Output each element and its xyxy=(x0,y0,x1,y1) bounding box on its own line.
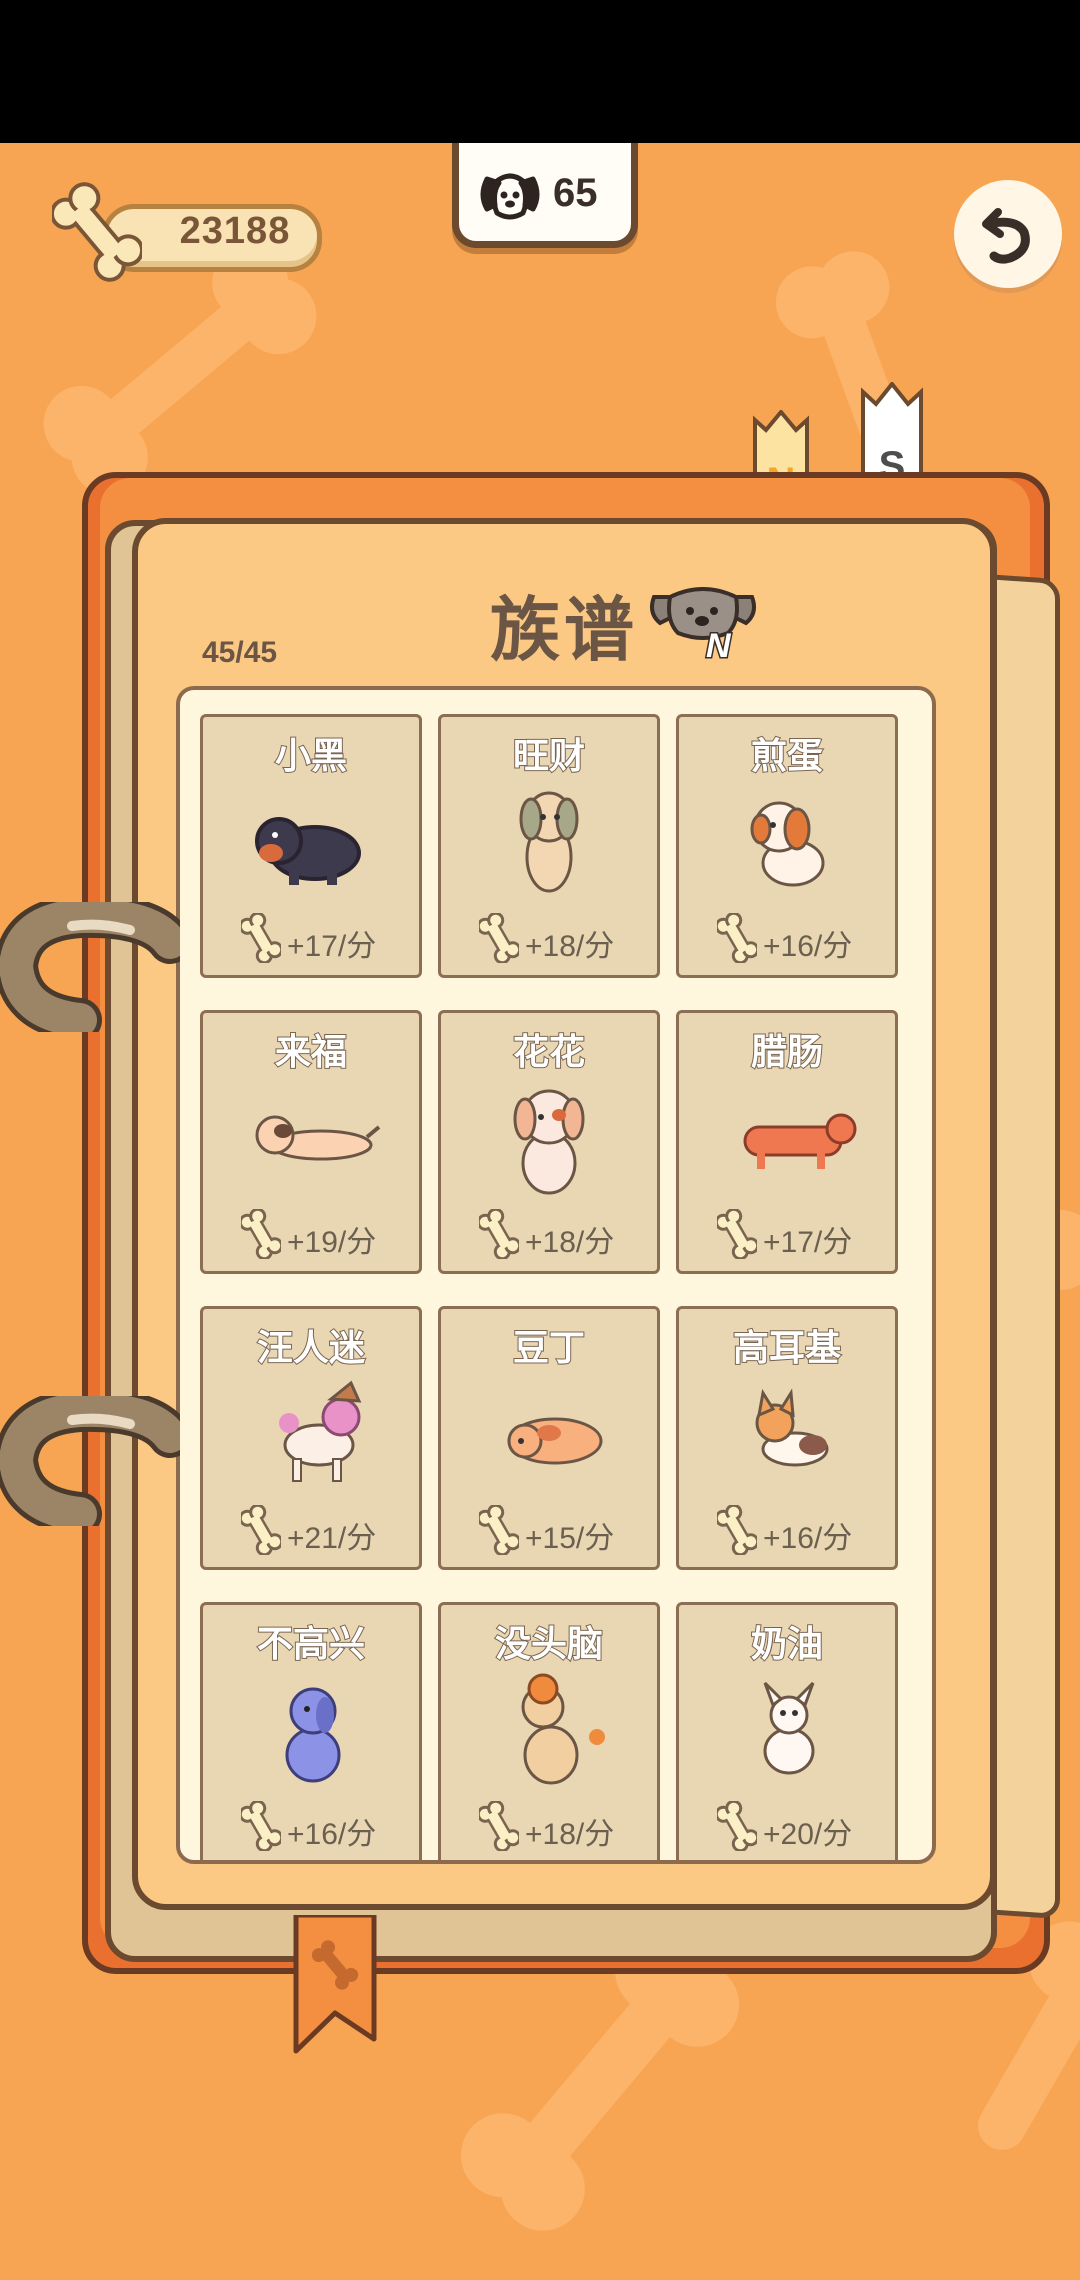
black-dog-icon xyxy=(255,817,361,885)
reward-rate-text: +18/分 xyxy=(525,1226,615,1259)
reward-rate-text: +18/分 xyxy=(525,1818,615,1851)
back-button[interactable] xyxy=(954,180,1062,288)
reward-rate: +17/分 xyxy=(717,1209,887,1259)
dog-card[interactable]: 汪人迷 +21/分 xyxy=(200,1306,422,1570)
reward-rate-text: +16/分 xyxy=(763,1522,853,1555)
reward-rate-text: +18/分 xyxy=(525,930,615,963)
dog-name: 豆丁 xyxy=(512,1326,586,1369)
reward-rate: +19/分 xyxy=(241,1209,411,1259)
reward-rate: +15/分 xyxy=(479,1505,649,1555)
book-ribbon xyxy=(293,1915,377,2054)
bone-icon xyxy=(241,1209,281,1259)
dog-name: 奶油 xyxy=(750,1622,824,1665)
dog-card[interactable]: 小黑 +17/分 xyxy=(200,714,422,978)
dog-count: 65 xyxy=(553,171,598,215)
bone-icon xyxy=(52,182,142,282)
collection-progress: 45/45 xyxy=(202,636,278,669)
poodle-icon xyxy=(279,1380,362,1482)
reward-rate-text: +17/分 xyxy=(287,930,377,963)
dog-card[interactable]: 没头脑 +18/分 xyxy=(438,1602,660,1860)
dog-name: 腊肠 xyxy=(750,1030,824,1073)
dog-card[interactable]: 旺财 +18/分 xyxy=(438,714,660,978)
dog-name: 来福 xyxy=(274,1030,348,1073)
bone-icon xyxy=(479,913,519,963)
corgi-icon xyxy=(755,1388,829,1467)
dog-name: 不高兴 xyxy=(256,1622,366,1665)
blue-dog-icon xyxy=(285,1687,341,1783)
bone-icon xyxy=(479,1801,519,1851)
dog-card[interactable]: 奶油 +20/分 xyxy=(676,1602,898,1860)
dog-face-icon xyxy=(480,173,540,220)
reward-rate: +16/分 xyxy=(717,1505,887,1555)
dog-card[interactable]: 豆丁 +15/分 xyxy=(438,1306,660,1570)
bone-count: 23188 xyxy=(179,210,291,252)
reward-rate: +18/分 xyxy=(479,1209,649,1259)
dog-counter: 65 xyxy=(452,143,638,248)
reward-rate: +16/分 xyxy=(717,913,887,963)
dog-name: 没头脑 xyxy=(494,1622,604,1665)
puppy-icon xyxy=(507,1417,603,1465)
dog-name: 汪人迷 xyxy=(256,1326,366,1369)
bone-icon xyxy=(479,1505,519,1555)
binder-ring-top xyxy=(0,902,180,1032)
bone-icon xyxy=(717,913,757,963)
reward-rate-text: +21/分 xyxy=(287,1522,377,1555)
reward-rate-text: +15/分 xyxy=(525,1522,615,1555)
bone-icon xyxy=(241,1801,281,1851)
bone-icon xyxy=(479,1209,519,1259)
rarity-badge: N xyxy=(706,627,732,659)
bone-icon xyxy=(717,1801,757,1851)
reward-rate: +18/分 xyxy=(479,1801,649,1851)
bone-counter: 23188 xyxy=(52,182,322,282)
reward-rate-text: +20/分 xyxy=(763,1818,853,1851)
reward-rate: +20/分 xyxy=(717,1801,887,1851)
reward-rate-text: +19/分 xyxy=(287,1226,377,1259)
dog-card[interactable]: 来福 +19/分 xyxy=(200,1010,422,1274)
chihuahua-icon xyxy=(763,1681,815,1775)
dog-name: 小黑 xyxy=(274,734,348,777)
beagle-dog-icon xyxy=(750,801,825,887)
undo-arrow-icon xyxy=(982,208,1030,264)
dog-card[interactable]: 不高兴 +16/分 xyxy=(200,1602,422,1860)
dog-card[interactable]: 花花 +18/分 xyxy=(438,1010,660,1274)
bone-icon xyxy=(717,1505,757,1555)
bone-icon xyxy=(717,1209,757,1259)
reward-rate: +16/分 xyxy=(241,1801,411,1851)
dog-name: 高耳基 xyxy=(732,1326,842,1369)
bone-icon xyxy=(241,1505,281,1555)
dog-card[interactable]: 高耳基 +16/分 xyxy=(676,1306,898,1570)
dog-card[interactable]: 腊肠 +17/分 xyxy=(676,1010,898,1274)
lying-dog-icon xyxy=(255,1115,381,1161)
dog-name: 旺财 xyxy=(512,734,586,777)
reward-rate: +17/分 xyxy=(241,913,411,963)
reward-rate-text: +17/分 xyxy=(763,1226,853,1259)
reward-rate-text: +16/分 xyxy=(287,1818,377,1851)
spotted-dog-icon xyxy=(513,1089,585,1195)
rarity-dog-icon: N xyxy=(650,587,756,659)
dachshund-icon xyxy=(743,1113,857,1169)
reward-rate-text: +16/分 xyxy=(763,930,853,963)
binder-ring-bottom xyxy=(0,1396,180,1526)
reward-rate: +21/分 xyxy=(241,1505,411,1555)
bone-icon xyxy=(241,913,281,963)
dog-card[interactable]: 煎蛋 +16/分 xyxy=(676,714,898,978)
dog-grid: 小黑 +17/分 旺财 +18/分 煎蛋 +16/分 来福 +19/分 花花 +18/分 腊肠 +17… xyxy=(176,686,936,1864)
pedigree-page: 族谱 N 45/45 小黑 +17/分 旺财 +18/分 煎蛋 +16/分 来福 +19/分花… xyxy=(132,518,996,1910)
reward-rate: +18/分 xyxy=(479,913,649,963)
dog-name: 煎蛋 xyxy=(750,734,824,777)
dog-name: 花花 xyxy=(512,1030,586,1073)
tan-dog-icon xyxy=(519,791,579,893)
lion-dog-icon xyxy=(521,1673,605,1785)
